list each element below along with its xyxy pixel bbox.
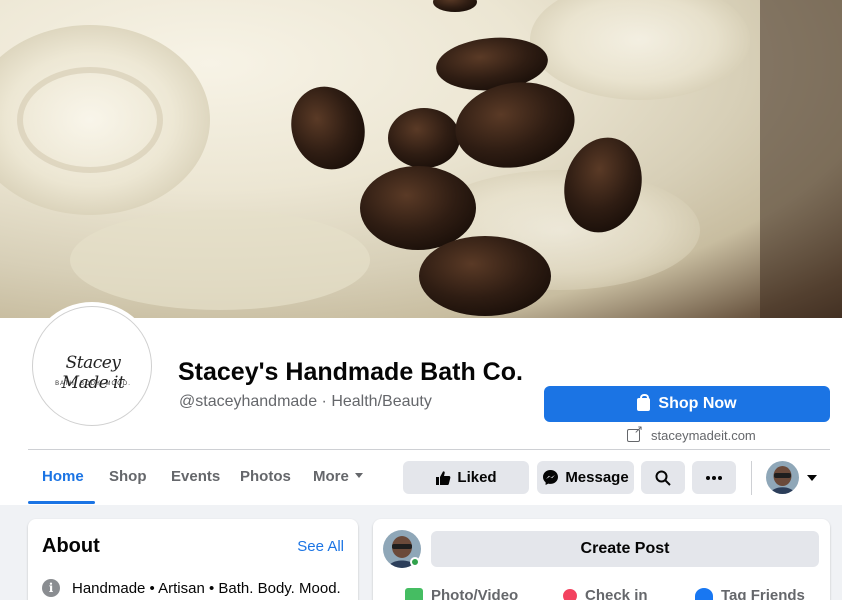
check-in-option[interactable]: Check in [560,585,648,600]
shop-now-label: Shop Now [658,395,737,412]
tab-photos[interactable]: Photos [240,468,291,485]
logo-wordmark: Stacey Made it [61,353,125,393]
photo-video-option[interactable]: Photo/Video [405,587,518,600]
logo-tagline: BATH. BODY. MOOD. [55,381,131,387]
shop-now-button[interactable]: Shop Now [544,386,830,422]
tag-friends-label: Tag Friends [721,587,805,600]
external-link-icon [627,423,643,442]
location-pin-icon [560,585,580,600]
thumbs-up-icon [436,470,451,485]
more-options-button[interactable] [692,461,736,494]
info-icon: i [42,579,60,597]
tag-friends-option[interactable]: Tag Friends [695,587,805,600]
about-card: About See All i Handmade • Artisan • Bat… [28,519,358,600]
tag-friends-icon [695,587,713,600]
liked-button[interactable]: Liked [403,461,529,494]
cover-image [0,0,842,318]
liked-label: Liked [457,469,497,486]
header-divider [28,449,830,450]
cover-photo[interactable] [0,0,842,318]
about-categories: i Handmade • Artisan • Bath. Body. Mood. [42,579,341,597]
website-link[interactable]: staceymadeit.com [627,423,756,443]
active-tab-indicator [28,501,95,504]
create-post-button[interactable]: Create Post [431,531,819,567]
facebook-page: Stacey Made it BATH. BODY. MOOD. Stacey'… [0,0,842,600]
check-in-label: Check in [585,587,648,600]
message-label: Message [565,469,629,486]
about-categories-text: Handmade • Artisan • Bath. Body. Mood. [72,579,341,597]
photo-video-icon [405,587,423,600]
page-title: Stacey's Handmade Bath Co. [178,358,523,386]
online-status-dot [410,557,420,567]
about-title: About [42,535,100,557]
search-button[interactable] [641,461,685,494]
user-avatar[interactable] [766,461,799,494]
shopping-bag-icon [637,393,651,411]
messenger-icon [543,470,559,485]
action-separator [751,461,752,495]
page-handle-category: @staceyhandmade · Health/Beauty [179,393,432,410]
profile-picture[interactable]: Stacey Made it BATH. BODY. MOOD. [32,306,152,426]
more-dots-icon [706,475,722,480]
website-label: staceymadeit.com [651,428,756,443]
tab-shop[interactable]: Shop [109,468,147,485]
account-menu-chevron-icon[interactable] [807,475,817,481]
create-post-card: Create Post Photo/Video Check in Tag Fri… [373,519,830,600]
tab-home[interactable]: Home [42,468,84,485]
message-button[interactable]: Message [537,461,634,494]
chevron-down-icon [354,473,363,478]
tab-events[interactable]: Events [171,468,220,485]
search-icon [655,470,671,486]
photo-video-label: Photo/Video [431,587,519,600]
user-avatar-image [766,461,799,494]
tab-more-label: More [313,468,349,485]
tab-more[interactable]: More [313,468,363,485]
see-all-link[interactable]: See All [297,538,344,555]
